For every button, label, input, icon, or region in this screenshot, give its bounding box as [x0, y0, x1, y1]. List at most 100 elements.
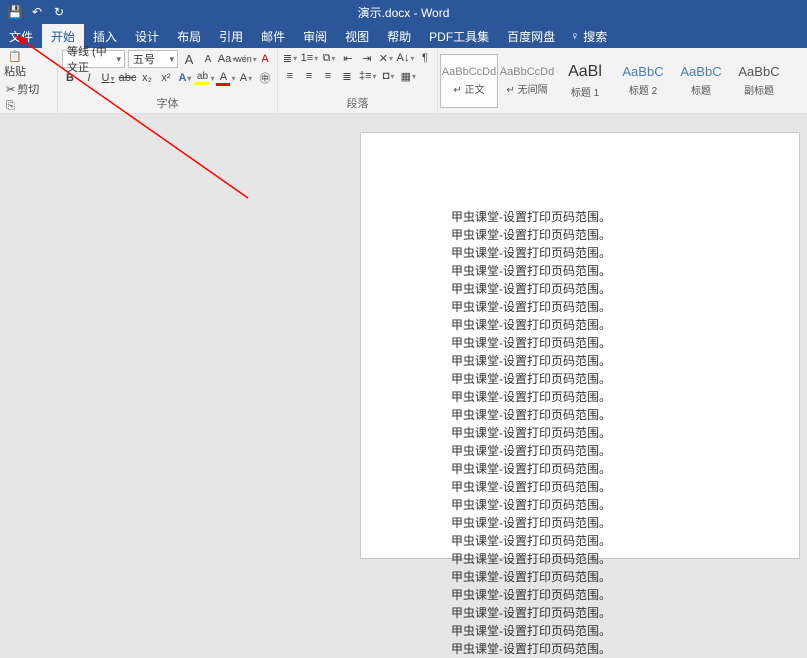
document-line: 甲虫课堂-设置打印页码范围。 — [451, 298, 799, 316]
align-center-button[interactable]: ≡ — [301, 68, 317, 84]
tab-help[interactable]: 帮助 — [378, 24, 420, 48]
document-line: 甲虫课堂-设置打印页码范围。 — [451, 496, 799, 514]
style-box[interactable]: AaBbC 副标题 — [730, 54, 788, 108]
clear-format-button[interactable]: A — [257, 51, 273, 67]
document-line: 甲虫课堂-设置打印页码范围。 — [451, 604, 799, 622]
multilevel-button[interactable]: ⧉ — [321, 50, 337, 66]
borders-button[interactable]: ▦ — [400, 68, 417, 84]
strike-button[interactable]: abc — [119, 70, 136, 86]
document-line: 甲虫课堂-设置打印页码范围。 — [451, 640, 799, 658]
document-line: 甲虫课堂-设置打印页码范围。 — [451, 334, 799, 352]
align-right-button[interactable]: ≡ — [320, 68, 336, 84]
numbering-button[interactable]: 1≡ — [301, 50, 318, 66]
ribbon-tabs: 文件 开始 插入 设计 布局 引用 邮件 审阅 视图 帮助 PDF工具集 百度网… — [0, 24, 807, 48]
style-name: 标题 — [691, 82, 711, 97]
group-clipboard: 📋 粘贴 ✂ 剪切 ⎘ 🖌 格式刷 剪贴板 — [0, 48, 58, 113]
document-line: 甲虫课堂-设置打印页码范围。 — [451, 586, 799, 604]
bullets-button[interactable]: ≣ — [282, 50, 298, 66]
tab-mailings[interactable]: 邮件 — [252, 24, 294, 48]
document-line: 甲虫课堂-设置打印页码范围。 — [451, 316, 799, 334]
style-name: ↵ 无间隔 — [506, 81, 547, 96]
search-group[interactable]: ♀ 搜索 — [564, 28, 607, 45]
font-group-label: 字体 — [62, 95, 273, 113]
cut-label: 剪切 — [17, 81, 39, 97]
superscript-button[interactable]: x² — [158, 70, 174, 86]
document-line: 甲虫课堂-设置打印页码范围。 — [451, 280, 799, 298]
save-icon[interactable]: 💾 — [6, 3, 24, 21]
tab-layout[interactable]: 布局 — [168, 24, 210, 48]
document-line: 甲虫课堂-设置打印页码范围。 — [451, 568, 799, 586]
phonetic-guide-button[interactable]: wén — [238, 51, 254, 67]
cut-icon: ✂ — [6, 83, 15, 96]
asian-layout-button[interactable]: ✕ — [378, 50, 394, 66]
align-left-button[interactable]: ≡ — [282, 68, 298, 84]
document-line: 甲虫课堂-设置打印页码范围。 — [451, 226, 799, 244]
quick-access-toolbar: 💾 ↶ ↻ — [0, 3, 68, 21]
document-line: 甲虫课堂-设置打印页码范围。 — [451, 406, 799, 424]
highlight-button[interactable]: ab — [196, 70, 214, 86]
style-preview: AaBbC — [680, 64, 721, 79]
subscript-button[interactable]: x₂ — [139, 70, 155, 86]
tab-file[interactable]: 文件 — [0, 24, 42, 48]
redo-icon[interactable]: ↻ — [50, 3, 68, 21]
line-spacing-button[interactable]: ‡≡ — [358, 68, 378, 84]
increase-indent-button[interactable]: ⇥ — [359, 50, 375, 66]
tab-view[interactable]: 视图 — [336, 24, 378, 48]
tab-design[interactable]: 设计 — [126, 24, 168, 48]
document-area: 甲虫课堂-设置打印页码范围。甲虫课堂-设置打印页码范围。甲虫课堂-设置打印页码范… — [0, 114, 807, 559]
styles-row: AaBbCcDd↵ 正文AaBbCcDd↵ 无间隔AaBl标题 1 AaBbC 标题… — [440, 54, 805, 108]
document-line: 甲虫课堂-设置打印页码范围。 — [451, 424, 799, 442]
show-marks-button[interactable]: ¶ — [417, 50, 433, 66]
cut-button[interactable]: ✂ 剪切 — [4, 80, 41, 98]
document-line: 甲虫课堂-设置打印页码范围。 — [451, 460, 799, 478]
style-name: 标题 2 — [629, 82, 657, 97]
group-font: 等线 (中文正 五号 A A Aa wén A B I U abc x₂ x² … — [58, 48, 278, 113]
shading-button[interactable]: ◘ — [381, 68, 397, 84]
copy-button[interactable]: ⎘ — [4, 99, 17, 114]
char-shading-button[interactable]: A — [238, 70, 254, 86]
tab-baidu-disk[interactable]: 百度网盘 — [498, 24, 564, 48]
ribbon: 📋 粘贴 ✂ 剪切 ⎘ 🖌 格式刷 剪贴板 等线 (中文正 五号 A A — [0, 48, 807, 114]
style-box[interactable]: AaBbC 标题 — [672, 54, 730, 108]
enclose-char-button[interactable]: ㊥ — [257, 70, 273, 86]
paste-label: 粘贴 — [4, 63, 26, 79]
style-name: 副标题 — [744, 82, 774, 97]
align-justify-button[interactable]: ≣ — [339, 68, 355, 84]
change-case-button[interactable]: Aa — [219, 51, 235, 67]
shrink-font-button[interactable]: A — [200, 51, 216, 67]
style-box[interactable]: AaBbCcDd↵ 无间隔 — [498, 54, 556, 108]
font-size-select[interactable]: 五号 — [128, 50, 178, 68]
tab-review[interactable]: 审阅 — [294, 24, 336, 48]
style-box[interactable]: AaBl标题 1 — [556, 54, 614, 108]
page[interactable]: 甲虫课堂-设置打印页码范围。甲虫课堂-设置打印页码范围。甲虫课堂-设置打印页码范… — [360, 132, 800, 559]
document-line: 甲虫课堂-设置打印页码范围。 — [451, 262, 799, 280]
grow-font-button[interactable]: A — [181, 51, 197, 67]
text-effects-button[interactable]: A — [177, 70, 193, 86]
highlight-swatch — [195, 82, 209, 85]
document-line: 甲虫课堂-设置打印页码范围。 — [451, 388, 799, 406]
paste-button[interactable]: 📋 粘贴 — [4, 50, 26, 79]
font-color-button[interactable]: A — [217, 70, 235, 86]
document-line: 甲虫课堂-设置打印页码范围。 — [451, 622, 799, 640]
sort-button[interactable]: A↓ — [397, 50, 414, 66]
document-line: 甲虫课堂-设置打印页码范围。 — [451, 370, 799, 388]
style-name: 标题 1 — [571, 84, 599, 99]
copy-icon: ⎘ — [6, 100, 15, 113]
font-name-select[interactable]: 等线 (中文正 — [62, 50, 125, 68]
style-preview: AaBbC — [738, 64, 779, 79]
tab-references[interactable]: 引用 — [210, 24, 252, 48]
document-line: 甲虫课堂-设置打印页码范围。 — [451, 514, 799, 532]
undo-icon[interactable]: ↶ — [28, 3, 46, 21]
search-icon: ♀ — [570, 29, 579, 43]
document-line: 甲虫课堂-设置打印页码范围。 — [451, 550, 799, 568]
group-paragraph: ≣ 1≡ ⧉ ⇤ ⇥ ✕ A↓ ¶ ≡ ≡ ≡ ≣ ‡≡ ◘ ▦ 段落 — [278, 48, 438, 113]
document-line: 甲虫课堂-设置打印页码范围。 — [451, 352, 799, 370]
tab-pdf-tools[interactable]: PDF工具集 — [420, 24, 498, 48]
document-line: 甲虫课堂-设置打印页码范围。 — [451, 208, 799, 226]
style-box[interactable]: AaBbC 标题 2 — [614, 54, 672, 108]
style-preview: AaBbC — [622, 64, 663, 79]
style-box[interactable]: AaBbCcDd↵ 正文 — [440, 54, 498, 108]
decrease-indent-button[interactable]: ⇤ — [340, 50, 356, 66]
document-line: 甲虫课堂-设置打印页码范围。 — [451, 442, 799, 460]
paste-icon: 📋 — [8, 50, 22, 63]
